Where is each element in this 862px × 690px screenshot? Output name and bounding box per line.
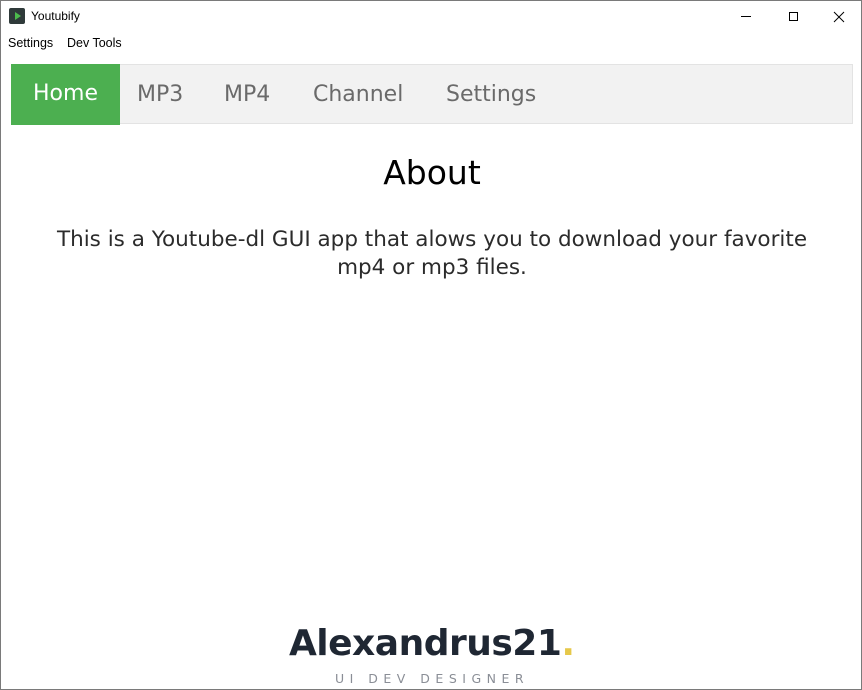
brand-tagline: UI DEV DESIGNER <box>334 671 530 686</box>
minimize-icon <box>741 16 751 17</box>
tab-home[interactable]: Home <box>11 64 120 125</box>
tab-mp4[interactable]: MP4 <box>224 65 270 125</box>
tab-settings[interactable]: Settings <box>446 65 536 125</box>
nav-bar: Home MP3 MP4 Channel Settings <box>11 64 853 125</box>
menu-settings[interactable]: Settings <box>8 36 53 50</box>
close-icon <box>833 11 845 22</box>
app-window: Youtubify Settings Dev Tools Home MP3 MP… <box>0 0 862 690</box>
menu-dev-tools[interactable]: Dev Tools <box>67 36 122 50</box>
about-description: This is a Youtube-dl GUI app that alows … <box>56 227 808 280</box>
tab-mp3[interactable]: MP3 <box>137 65 183 125</box>
menu-bar: Settings Dev Tools <box>1 32 861 54</box>
play-icon <box>9 8 25 24</box>
maximize-icon <box>788 12 798 21</box>
maximize-button[interactable] <box>770 1 816 32</box>
title-bar[interactable]: Youtubify <box>1 1 861 32</box>
brand-logo: Alexandrus21. <box>1 623 861 664</box>
tab-channel[interactable]: Channel <box>313 65 403 125</box>
brand-dot: . <box>561 623 576 664</box>
minimize-button[interactable] <box>723 1 769 32</box>
close-button[interactable] <box>816 1 861 32</box>
window-title: Youtubify <box>31 9 80 23</box>
brand-name: Alexandrus21 <box>288 623 562 664</box>
page-title: About <box>383 153 481 192</box>
